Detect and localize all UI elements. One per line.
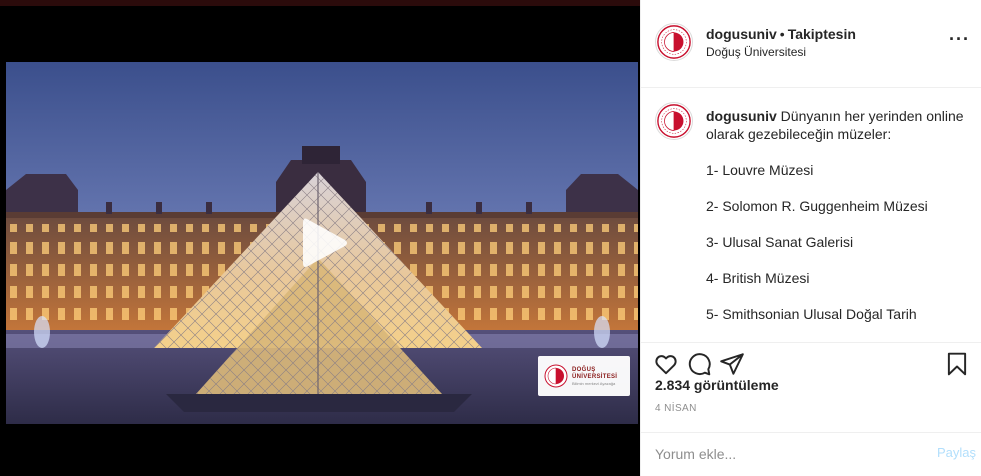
comment-icon[interactable] [686,351,712,377]
logo-line-1: DOĞUŞ [572,366,596,373]
logo-line-3: Bilimin merkezi Ayazağa [572,380,616,386]
university-seal-avatar-icon [657,104,691,138]
username-link[interactable]: dogusuniv [706,26,777,42]
list-item: 5- Smithsonian Ulusal Doğal Tarih [706,306,917,322]
list-item: 1- Louvre Müzesi [706,162,814,178]
avatar[interactable] [655,23,693,61]
more-horizontal-icon[interactable]: ··· [949,30,970,48]
caption-avatar[interactable] [655,102,693,140]
video-top-strip [0,0,640,6]
list-item: 4- British Müzesi [706,270,810,286]
caption-username-link[interactable]: dogusuniv [706,108,777,124]
separator-dot: • [779,26,785,42]
post-side-panel: dogusuniv • Takiptesin Doğuş Üniversitesi … [640,0,981,476]
play-button[interactable] [285,205,361,281]
view-count[interactable]: 2.834 görüntüleme [655,377,779,393]
list-item: 3- Ulusal Sanat Galerisi [706,234,854,250]
location-link[interactable]: Doğuş Üniversitesi [706,45,856,59]
video-player[interactable]: DOĞUŞ ÜNİVERSİTESİ Bilimin merkezi Ayaza… [0,0,640,476]
post-header: dogusuniv • Takiptesin Doğuş Üniversitesi … [641,0,981,88]
comment-bar: Paylaş [641,433,981,476]
follow-status[interactable]: Takiptesin [788,26,856,42]
heart-icon[interactable] [653,351,679,377]
list-item: 2- Solomon R. Guggenheim Müzesi [706,198,928,214]
caption-area[interactable]: dogusuniv Dünyanın her yerinden online o… [641,88,981,343]
logo-line-2: ÜNİVERSİTESİ [572,373,618,380]
share-icon[interactable] [719,351,745,377]
play-icon [303,218,347,267]
university-logo-watermark: DOĞUŞ ÜNİVERSİTESİ Bilimin merkezi Ayaza… [538,356,630,396]
post-comment-button[interactable]: Paylaş [937,445,976,460]
comment-input[interactable] [655,444,915,464]
university-seal-icon [544,364,568,388]
caption-text: dogusuniv Dünyanın her yerinden online o… [706,107,968,323]
university-seal-avatar-icon [657,25,691,59]
post-actions: 2.834 görüntüleme 4 NİSAN [641,343,981,433]
instagram-post: DOĞUŞ ÜNİVERSİTESİ Bilimin merkezi Ayaza… [0,0,981,476]
post-date[interactable]: 4 NİSAN [655,403,697,414]
bookmark-icon[interactable] [944,351,970,377]
